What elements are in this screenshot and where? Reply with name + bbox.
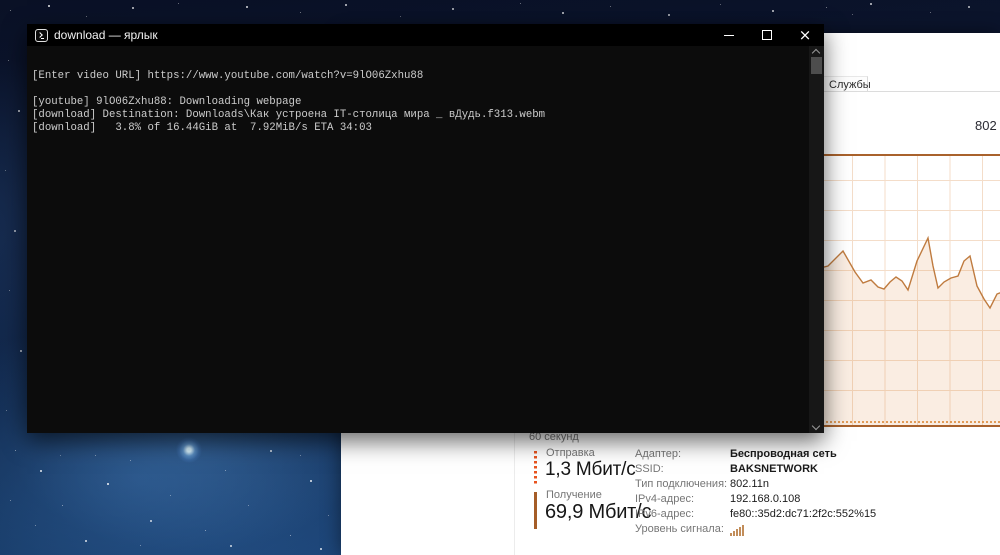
close-button[interactable]: × (786, 24, 824, 46)
detail-label: Адаптер: (635, 448, 681, 460)
adapter-name-text: 802 (975, 118, 997, 133)
console-title-bar[interactable]: download — ярлык × (27, 24, 824, 46)
detail-value: Беспроводная сеть (730, 448, 837, 460)
detail-row-adapter: Адаптер: Беспроводная сеть (635, 448, 681, 462)
detail-label: Уровень сигнала: (635, 523, 724, 535)
console-line: [Enter video URL] https://www.youtube.co… (32, 70, 809, 83)
console-output[interactable]: [Enter video URL] https://www.youtube.co… (27, 70, 809, 433)
console-line: [download] 3.8% of 16.44GiB at 7.92MiB/s… (32, 122, 809, 135)
minimize-icon (724, 35, 734, 36)
detail-label: IPv6-адрес: (635, 508, 694, 520)
maximize-button[interactable] (748, 24, 786, 46)
scroll-up-icon[interactable] (812, 49, 820, 57)
console-scrollbar[interactable] (809, 46, 824, 433)
detail-value: 802.11n (730, 478, 769, 490)
console-line (32, 83, 809, 96)
send-legend-indicator (534, 451, 537, 484)
glowing-star (176, 437, 202, 463)
detail-value: 192.168.0.108 (730, 493, 800, 505)
console-line: [download] Destination: Downloads\Как ус… (32, 109, 809, 122)
scrollbar-thumb[interactable] (811, 57, 822, 74)
receive-legend-indicator (534, 492, 537, 529)
console-window: download — ярлык × [Enter video URL] htt… (27, 24, 824, 433)
console-icon (35, 29, 48, 42)
detail-label: IPv4-адрес: (635, 493, 694, 505)
tab-services[interactable]: Службы (824, 76, 868, 92)
detail-row-connection-type: Тип подключения: 802.11n (635, 478, 727, 492)
send-value: 1,3 Мбит/с (545, 459, 636, 481)
desktop: Службы 802 60 секунд Отправка 1,3 Мбит/с… (0, 0, 1000, 555)
starfield-bright (0, 0, 2, 2)
console-line: [youtube] 9lO06Zxhu88: Downloading webpa… (32, 96, 809, 109)
detail-row-ipv4: IPv4-адрес: 192.168.0.108 (635, 493, 694, 507)
detail-value: BAKSNETWORK (730, 463, 818, 475)
detail-label: Тип подключения: (635, 478, 727, 490)
detail-row-signal: Уровень сигнала: (635, 523, 724, 537)
scroll-down-icon[interactable] (812, 422, 820, 430)
detail-value: fe80::35d2:dc71:2f2c:552%15 (730, 508, 876, 520)
send-label: Отправка (546, 447, 595, 459)
receive-label: Получение (546, 489, 602, 501)
minimize-button[interactable] (710, 24, 748, 46)
detail-row-ipv6: IPv6-адрес: fe80::35d2:dc71:2f2c:552%15 (635, 508, 694, 522)
console-title: download — ярлык (54, 28, 158, 42)
detail-label: SSID: (635, 463, 664, 475)
maximize-icon (762, 30, 772, 40)
detail-row-ssid: SSID: BAKSNETWORK (635, 463, 664, 477)
signal-bars-icon (730, 524, 746, 536)
